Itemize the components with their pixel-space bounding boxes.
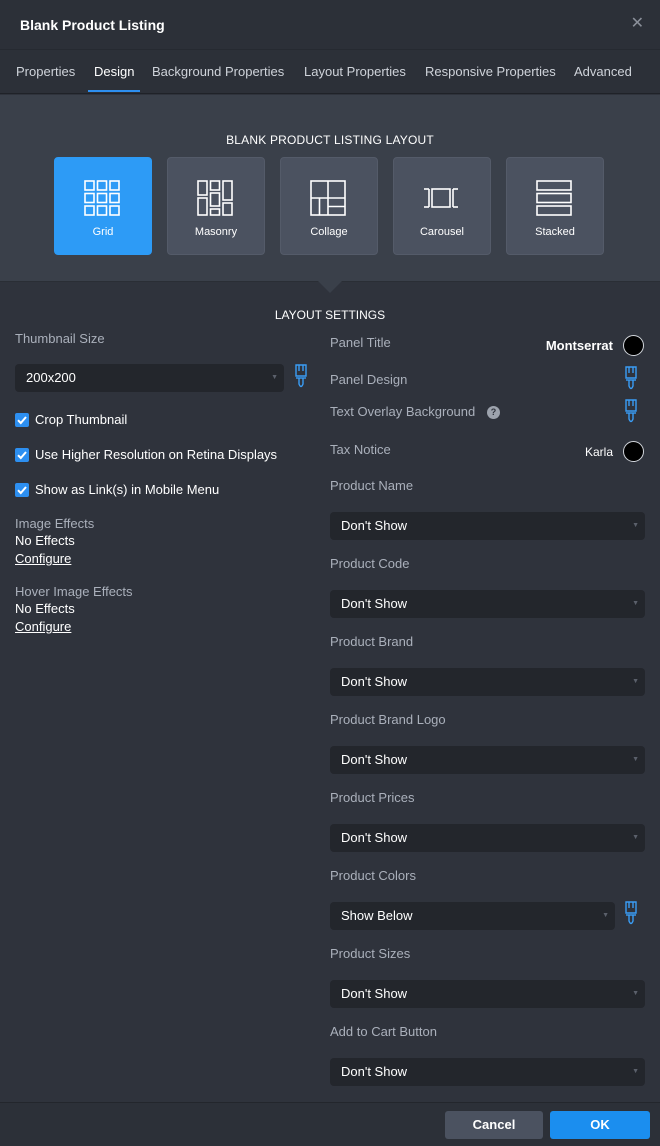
tab-background-properties[interactable]: Background Properties [152,50,284,94]
checkbox-checked[interactable] [15,413,29,427]
panel-title-color-swatch[interactable] [623,335,644,356]
tab-layout-properties[interactable]: Layout Properties [304,50,406,94]
tax-notice-font[interactable]: Karla [585,445,613,459]
layout-option-stacked[interactable]: Stacked [506,157,604,255]
tax-notice-color-swatch[interactable] [623,441,644,462]
product-brand-logo-select[interactable]: Don't Show ▼ [330,746,645,774]
ok-button[interactable]: OK [550,1111,650,1139]
cancel-button[interactable]: Cancel [445,1111,543,1139]
hover-image-effects-value: No Effects [15,601,75,616]
help-icon[interactable]: ? [487,406,500,419]
tab-design[interactable]: Design [87,50,142,94]
layout-label-carousel: Carousel [419,226,465,238]
checkmark-icon [17,486,27,495]
product-sizes-select[interactable]: Don't Show ▼ [330,980,645,1008]
chevron-down-icon: ▼ [632,600,639,607]
chevron-down-icon: ▼ [632,990,639,997]
image-effects-label: Image Effects [15,516,95,531]
product-name-value: Don't Show [341,518,408,533]
dialog-footer: Cancel OK [0,1102,660,1146]
product-sizes-label: Product Sizes [330,946,411,961]
retina-resolution-label: Use Higher Resolution on Retina Displays [35,447,278,462]
layout-option-masonry[interactable]: Masonry [167,157,265,255]
tab-advanced[interactable]: Advanced [574,50,632,94]
product-prices-label: Product Prices [330,790,415,805]
retina-resolution-checkbox[interactable]: Use Higher Resolution on Retina Displays [15,447,295,465]
text-overlay-label: Text Overlay Background [330,404,476,419]
product-code-value: Don't Show [341,596,408,611]
tab-bar: Properties Design Background Properties … [0,50,660,94]
layout-option-carousel[interactable]: Carousel [393,157,491,255]
mobile-menu-link-label: Show as Link(s) in Mobile Menu [35,482,220,497]
product-brand-label: Product Brand [330,634,414,649]
product-brand-select[interactable]: Don't Show ▼ [330,668,645,696]
product-brand-value: Don't Show [341,674,408,689]
tab-properties[interactable]: Properties [16,50,75,94]
dialog-titlebar: Blank Product Listing ✕ [0,0,660,50]
layout-label-collage: Collage [310,226,348,238]
layout-option-collage[interactable]: Collage [280,157,378,255]
section-pointer [318,281,342,293]
layout-label-grid: Grid [92,226,114,238]
stacked-layout-icon [536,180,572,216]
product-code-select[interactable]: Don't Show ▼ [330,590,645,618]
chevron-down-icon: ▼ [632,678,639,685]
tax-notice-label: Tax Notice [330,442,391,457]
layout-label-stacked: Stacked [535,226,575,238]
product-code-label: Product Code [330,556,410,571]
add-to-cart-value: Don't Show [341,1064,408,1079]
chevron-down-icon: ▼ [632,756,639,763]
product-colors-label: Product Colors [330,868,416,883]
checkmark-icon [17,416,27,425]
paintbrush-icon[interactable] [624,399,638,425]
image-effects-configure-link[interactable]: Configure [15,551,71,566]
checkbox-checked[interactable] [15,448,29,462]
checkmark-icon [17,451,27,460]
paintbrush-icon[interactable] [624,901,638,927]
hover-image-effects-configure-link[interactable]: Configure [15,619,71,634]
grid-layout-icon [84,180,120,216]
carousel-layout-icon [424,188,458,208]
chevron-down-icon: ▼ [632,1068,639,1075]
mobile-menu-link-checkbox[interactable]: Show as Link(s) in Mobile Menu [15,482,275,500]
crop-thumbnail-checkbox[interactable]: Crop Thumbnail [15,412,275,430]
hover-image-effects-label: Hover Image Effects [15,584,133,599]
thumbnail-size-select[interactable]: 200x200 ▼ [15,364,284,392]
layout-option-grid[interactable]: Grid [54,157,152,255]
chevron-down-icon: ▼ [271,374,278,381]
product-colors-value: Show Below [341,908,413,923]
paintbrush-icon[interactable] [294,364,308,390]
masonry-layout-icon [197,180,233,216]
settings-heading: LAYOUT SETTINGS [274,308,386,322]
chevron-down-icon: ▼ [632,522,639,529]
product-colors-select[interactable]: Show Below ▼ [330,902,615,930]
thumbnail-size-value: 200x200 [26,370,76,385]
product-prices-value: Don't Show [341,830,408,845]
tab-responsive-properties[interactable]: Responsive Properties [425,50,556,94]
paintbrush-icon[interactable] [624,366,638,392]
chevron-down-icon: ▼ [602,912,609,919]
panel-design-label: Panel Design [330,372,408,387]
layout-heading: BLANK PRODUCT LISTING LAYOUT [226,133,434,147]
crop-thumbnail-label: Crop Thumbnail [35,412,128,427]
add-to-cart-select[interactable]: Don't Show ▼ [330,1058,645,1086]
product-brand-logo-label: Product Brand Logo [330,712,446,727]
product-brand-logo-value: Don't Show [341,752,408,767]
dialog-title: Blank Product Listing [20,17,165,33]
chevron-down-icon: ▼ [632,834,639,841]
layout-label-masonry: Masonry [194,226,238,238]
collage-layout-icon [310,180,346,216]
product-name-label: Product Name [330,478,414,493]
image-effects-value: No Effects [15,533,75,548]
layout-selector: BLANK PRODUCT LISTING LAYOUT Grid Masonr… [0,95,660,282]
panel-title-label: Panel Title [330,335,391,350]
add-to-cart-label: Add to Cart Button [330,1024,437,1039]
panel-title-font[interactable]: Montserrat [546,338,613,353]
close-icon[interactable]: ✕ [631,14,644,34]
thumbnail-size-label: Thumbnail Size [15,331,105,346]
product-sizes-value: Don't Show [341,986,408,1001]
product-name-select[interactable]: Don't Show ▼ [330,512,645,540]
checkbox-checked[interactable] [15,483,29,497]
product-prices-select[interactable]: Don't Show ▼ [330,824,645,852]
